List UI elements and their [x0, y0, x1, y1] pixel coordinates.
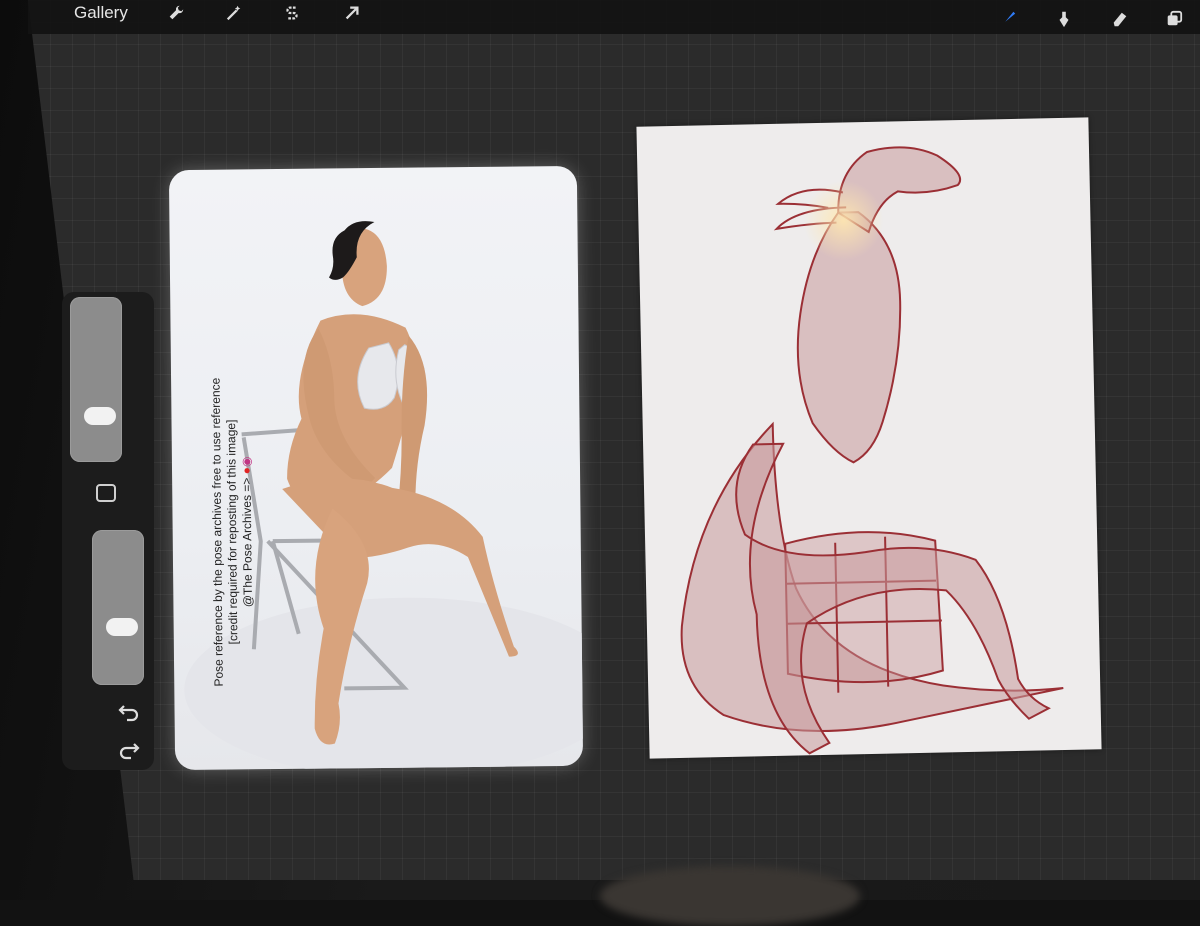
layers-icon[interactable] — [1160, 6, 1188, 32]
brush-size-slider[interactable] — [70, 297, 122, 462]
magic-wand-icon[interactable] — [220, 0, 248, 26]
foreground-blur — [600, 866, 860, 926]
undo-icon[interactable] — [118, 702, 142, 724]
credit-text: Pose reference by the pose archives free… — [208, 352, 257, 712]
smudge-icon[interactable] — [1050, 6, 1078, 32]
redo-icon[interactable] — [118, 740, 142, 762]
sketch-canvas[interactable] — [636, 117, 1102, 759]
opacity-thumb[interactable] — [106, 618, 138, 636]
selection-s-icon[interactable] — [278, 0, 306, 26]
lizard-sketch — [680, 146, 1064, 755]
brush-icon[interactable] — [994, 6, 1022, 32]
gallery-button[interactable]: Gallery — [74, 0, 128, 26]
reference-photo-window[interactable]: Pose reference by the pose archives free… — [168, 165, 584, 771]
instagram-icon: ◉ — [239, 456, 254, 468]
eraser-icon[interactable] — [1106, 6, 1134, 32]
wrench-icon[interactable] — [162, 0, 190, 26]
square-icon[interactable] — [96, 484, 116, 502]
credit-line-3: @The Pose Archives => — [239, 477, 255, 608]
youtube-icon: ● — [239, 466, 254, 475]
top-toolbar — [28, 0, 1200, 34]
opacity-slider[interactable] — [92, 530, 144, 685]
brush-size-thumb[interactable] — [84, 407, 116, 425]
move-arrow-icon[interactable] — [338, 0, 366, 26]
